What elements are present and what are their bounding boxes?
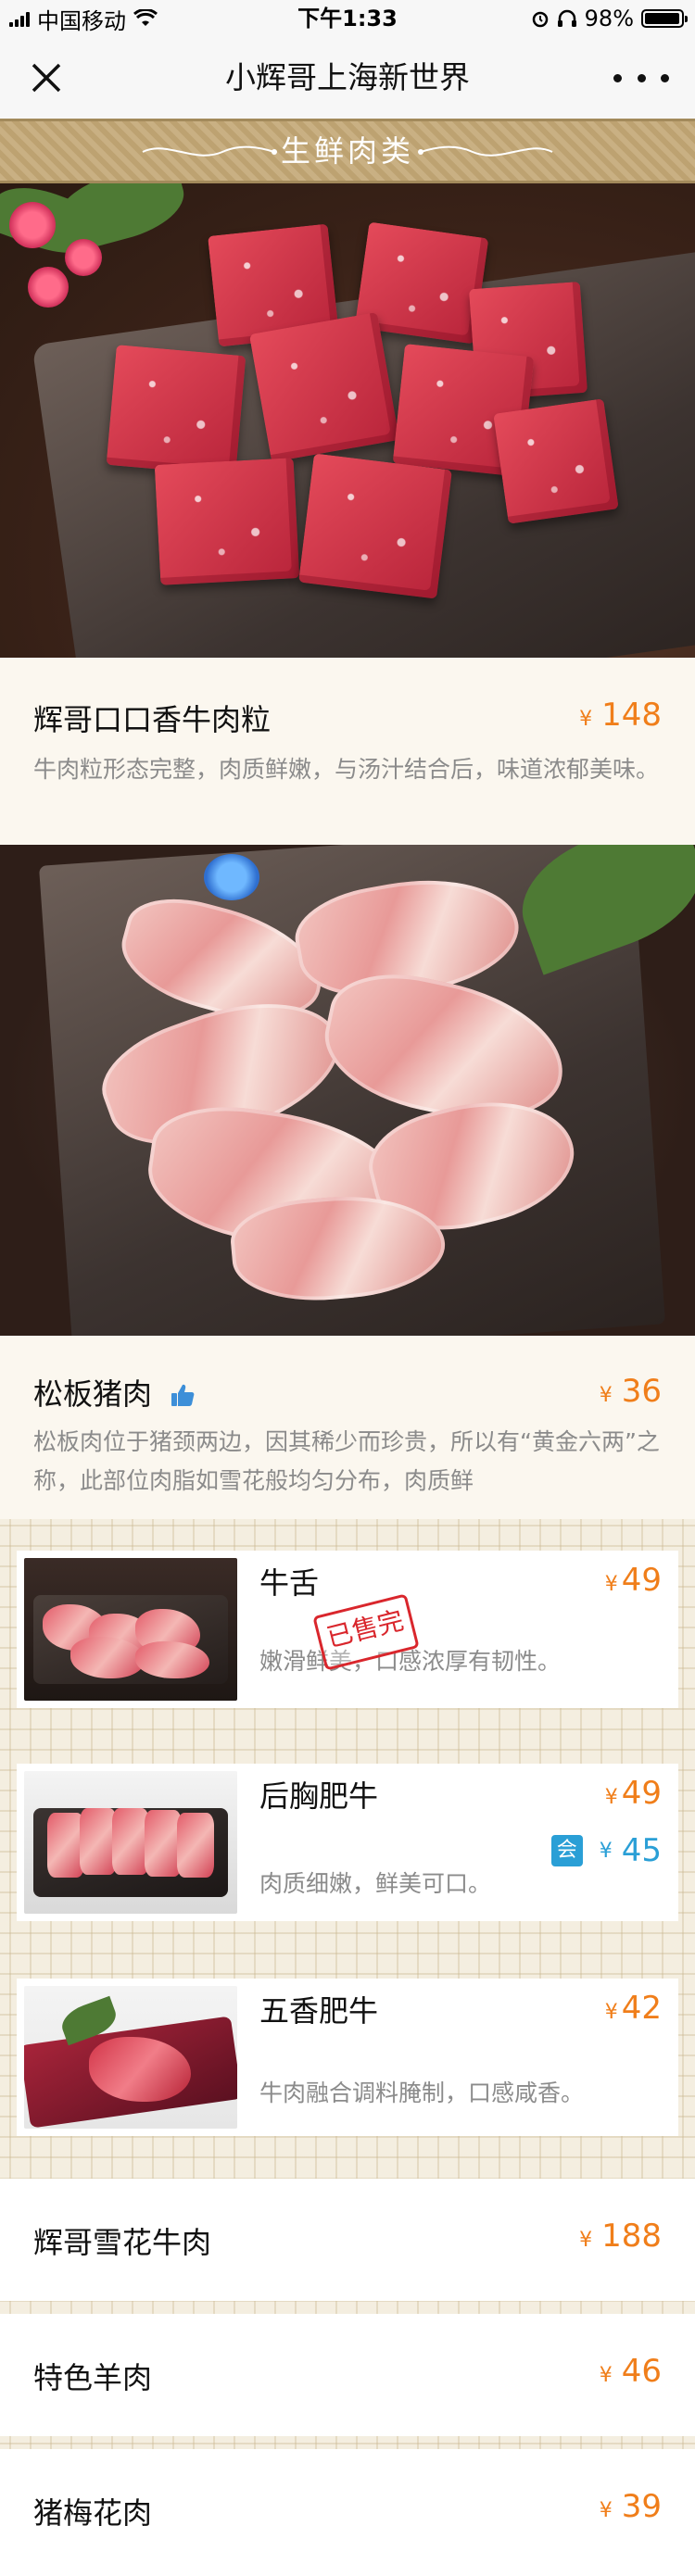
more-icon[interactable]: [613, 56, 669, 100]
battery-fill: [645, 13, 680, 24]
category-banner: 生鲜肉类: [0, 119, 695, 183]
dish-thumbnail: [24, 1558, 237, 1701]
dish-name: 后胸肥牛: [259, 1778, 379, 1814]
pork-photo[interactable]: [0, 845, 695, 1336]
headphones-icon: [557, 9, 576, 27]
dish-card-spiced-beef[interactable]: 五香肥牛 ¥42 牛肉融合调料腌制，口感咸香。: [17, 1979, 678, 2136]
alarm-icon: [532, 11, 548, 28]
dish-price: ¥42: [604, 1990, 662, 2027]
category-title: 生鲜肉类: [280, 133, 414, 169]
nav-bar: 小辉哥上海新世界: [0, 37, 695, 119]
dish-price: ¥49: [604, 1562, 662, 1599]
member-badge: 会: [550, 1835, 583, 1866]
dish-price: ¥36: [599, 1373, 662, 1410]
dish-thumbnail: [24, 1986, 237, 2129]
dish-thumbnail: [24, 1771, 237, 1914]
featured-info-beef[interactable]: 辉哥口口香牛肉粒 ¥148 牛肉粒形态完整，肉质鲜嫩，与汤汁结合后，味道浓郁美味…: [0, 658, 695, 845]
dish-price: ¥39: [599, 2488, 662, 2525]
featured-info-pork[interactable]: 松板猪肉 ¥36 松板肉位于猪颈两边，因其稀少而珍贵，所以有“黄金六两”之称，此…: [0, 1336, 695, 1519]
ornament-right-icon: [418, 145, 553, 157]
dish-desc: 牛肉粒形态完整，肉质鲜嫩，与汤汁结合后，味道浓郁美味。: [33, 756, 660, 783]
dish-desc: 牛肉融合调料腌制，口感咸香。: [259, 2080, 585, 2106]
dish-price: ¥49: [604, 1775, 662, 1812]
dish-price: ¥188: [579, 2218, 662, 2255]
dish-desc: 肉质细嫩，鲜美可口。: [259, 1870, 492, 1897]
status-bar: 中国移动 下午1:33 98%: [0, 0, 695, 37]
beef-cubes-photo[interactable]: [0, 183, 695, 658]
dish-card-brisket[interactable]: 后胸肥牛 ¥49 会 ¥45 肉质细嫩，鲜美可口。: [17, 1764, 678, 1921]
dish-desc: 松板肉位于猪颈两边，因其稀少而珍贵，所以有“黄金六两”之称，此部位肉脂如雪花般均…: [33, 1428, 660, 1494]
battery-icon: [641, 9, 688, 28]
dish-name: 松板猪肉: [33, 1371, 196, 1414]
dish-row[interactable]: 辉哥雪花牛肉 ¥188: [0, 2179, 695, 2301]
dish-price: ¥148: [579, 697, 662, 734]
dish-row[interactable]: 特色羊肉 ¥46: [0, 2314, 695, 2436]
dish-name: 牛舌: [259, 1565, 320, 1601]
page-title: 小辉哥上海新世界: [225, 59, 470, 95]
battery-percent: 98%: [584, 6, 634, 31]
dish-card-tongue[interactable]: 牛舌 ¥49 嫩滑鲜美，口感浓厚有韧性。 已售完: [17, 1551, 678, 1708]
thumbs-up-icon: [171, 1384, 195, 1406]
status-right: 98%: [531, 0, 688, 37]
dish-name: 特色羊肉: [33, 2360, 153, 2395]
dish-row[interactable]: 猪梅花肉 ¥39: [0, 2449, 695, 2576]
dish-name: 辉哥口口香牛肉粒: [33, 702, 272, 737]
dish-price: ¥46: [599, 2353, 662, 2390]
dish-name: 猪梅花肉: [33, 2495, 153, 2531]
dish-name: 五香肥牛: [259, 1993, 379, 2029]
dish-name: 辉哥雪花牛肉: [33, 2225, 212, 2260]
member-price: 会 ¥45: [550, 1832, 662, 1869]
